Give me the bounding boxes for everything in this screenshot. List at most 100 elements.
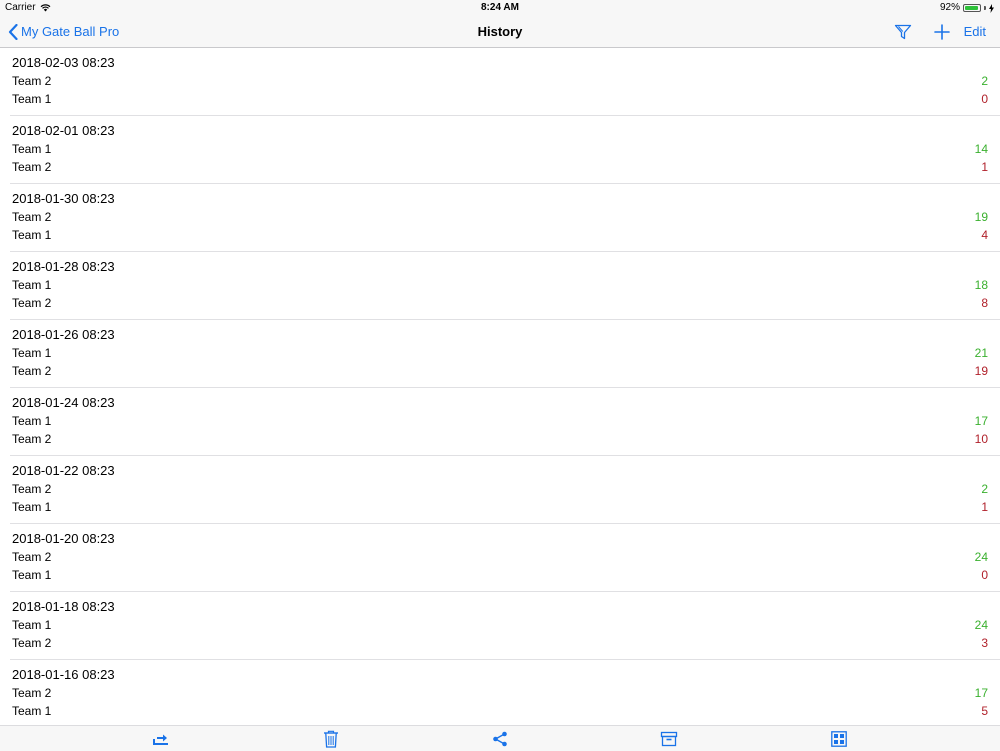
history-row[interactable]: 2018-01-18 08:23 Team 1 24 Team 2 3 bbox=[10, 592, 1000, 660]
grid-icon bbox=[831, 730, 847, 747]
loser-line: Team 1 5 bbox=[12, 702, 988, 720]
match-date: 2018-01-30 08:23 bbox=[12, 191, 115, 206]
loser-line: Team 1 0 bbox=[12, 566, 988, 584]
history-row[interactable]: 2018-01-22 08:23 Team 2 2 Team 1 1 bbox=[10, 456, 1000, 524]
loser-line: Team 2 8 bbox=[12, 294, 988, 312]
history-row[interactable]: 2018-01-28 08:23 Team 1 18 Team 2 8 bbox=[10, 252, 1000, 320]
navigation-bar: My Gate Ball Pro History Edit bbox=[0, 16, 1000, 48]
add-button[interactable] bbox=[930, 23, 954, 40]
plus-icon bbox=[933, 23, 950, 40]
winner-score: 24 bbox=[974, 550, 988, 564]
bottom-toolbar bbox=[0, 725, 1000, 751]
team-name: Team 2 bbox=[12, 364, 52, 378]
clock: 8:24 AM bbox=[481, 2, 519, 13]
match-date: 2018-01-16 08:23 bbox=[12, 667, 115, 682]
nav-actions: Edit bbox=[891, 16, 986, 47]
winner-score: 17 bbox=[974, 414, 988, 428]
loser-line: Team 1 4 bbox=[12, 226, 988, 244]
winner-score: 2 bbox=[981, 482, 988, 496]
loser-score: 1 bbox=[981, 500, 988, 514]
history-row[interactable]: 2018-01-26 08:23 Team 1 21 Team 2 19 bbox=[10, 320, 1000, 388]
winner-line: Team 1 14 bbox=[12, 140, 988, 158]
filter-icon bbox=[894, 24, 911, 39]
loser-score: 8 bbox=[981, 296, 988, 310]
loser-line: Team 2 1 bbox=[12, 158, 988, 176]
match-date: 2018-02-01 08:23 bbox=[12, 123, 115, 138]
team-name: Team 2 bbox=[12, 296, 52, 310]
team-name: Team 1 bbox=[12, 704, 52, 718]
team-name: Team 1 bbox=[12, 228, 52, 242]
history-row[interactable]: 2018-02-01 08:23 Team 1 14 Team 2 1 bbox=[10, 116, 1000, 184]
loser-score: 0 bbox=[981, 568, 988, 582]
archive-icon bbox=[660, 731, 678, 746]
back-button[interactable]: My Gate Ball Pro bbox=[8, 16, 119, 47]
charging-bolt-icon bbox=[989, 3, 994, 13]
winner-line: Team 2 17 bbox=[12, 684, 988, 702]
team-name: Team 1 bbox=[12, 278, 52, 292]
winner-line: Team 2 24 bbox=[12, 548, 988, 566]
edit-button[interactable]: Edit bbox=[964, 24, 986, 39]
delete-button[interactable] bbox=[316, 726, 346, 751]
winner-score: 14 bbox=[974, 142, 988, 156]
loser-score: 4 bbox=[981, 228, 988, 242]
back-button-label: My Gate Ball Pro bbox=[21, 24, 120, 39]
loser-score: 5 bbox=[981, 704, 988, 718]
match-date: 2018-01-26 08:23 bbox=[12, 327, 115, 342]
battery-indicator: 92% bbox=[940, 0, 994, 16]
status-bar: Carrier 8:24 AM 92% bbox=[0, 0, 1000, 16]
team-name: Team 1 bbox=[12, 414, 52, 428]
grid-button[interactable] bbox=[824, 726, 854, 751]
match-date: 2018-01-24 08:23 bbox=[12, 395, 115, 410]
loser-score: 3 bbox=[981, 636, 988, 650]
chevron-left-icon bbox=[8, 23, 18, 40]
export-button[interactable] bbox=[146, 726, 176, 751]
team-name: Team 1 bbox=[12, 500, 52, 514]
loser-score: 10 bbox=[974, 432, 988, 446]
page-title: History bbox=[477, 24, 523, 39]
share-icon bbox=[493, 731, 507, 746]
winner-line: Team 2 19 bbox=[12, 208, 988, 226]
team-name: Team 2 bbox=[12, 210, 52, 224]
match-date: 2018-01-20 08:23 bbox=[12, 531, 115, 546]
winner-score: 21 bbox=[974, 346, 988, 360]
history-row[interactable]: 2018-01-30 08:23 Team 2 19 Team 1 4 bbox=[10, 184, 1000, 252]
loser-line: Team 1 0 bbox=[12, 90, 988, 108]
team-name: Team 2 bbox=[12, 482, 52, 496]
loser-line: Team 2 3 bbox=[12, 634, 988, 652]
team-name: Team 1 bbox=[12, 618, 52, 632]
team-name: Team 2 bbox=[12, 160, 52, 174]
winner-line: Team 2 2 bbox=[12, 480, 988, 498]
match-date: 2018-01-28 08:23 bbox=[12, 259, 115, 274]
export-icon bbox=[153, 734, 168, 745]
winner-line: Team 2 2 bbox=[12, 72, 988, 90]
team-name: Team 1 bbox=[12, 142, 52, 156]
loser-score: 1 bbox=[981, 160, 988, 174]
team-name: Team 2 bbox=[12, 686, 52, 700]
filter-button[interactable] bbox=[891, 23, 915, 41]
winner-line: Team 1 18 bbox=[12, 276, 988, 294]
history-row[interactable]: 2018-02-03 08:23 Team 2 2 Team 1 0 bbox=[10, 48, 1000, 116]
team-name: Team 1 bbox=[12, 346, 52, 360]
history-list[interactable]: 2018-02-03 08:23 Team 2 2 Team 1 0 2018-02-01… bbox=[0, 48, 1000, 724]
team-name: Team 2 bbox=[12, 74, 52, 88]
history-row[interactable]: 2018-01-20 08:23 Team 2 24 Team 1 0 bbox=[10, 524, 1000, 592]
team-name: Team 1 bbox=[12, 92, 52, 106]
winner-line: Team 1 24 bbox=[12, 616, 988, 634]
history-row[interactable]: 2018-01-16 08:23 Team 2 17 Team 1 5 bbox=[10, 660, 1000, 724]
winner-score: 17 bbox=[974, 686, 988, 700]
loser-score: 0 bbox=[981, 92, 988, 106]
team-name: Team 1 bbox=[12, 568, 52, 582]
loser-line: Team 2 19 bbox=[12, 362, 988, 380]
match-date: 2018-01-22 08:23 bbox=[12, 463, 115, 478]
share-button[interactable] bbox=[485, 726, 515, 751]
history-row[interactable]: 2018-01-24 08:23 Team 1 17 Team 2 10 bbox=[10, 388, 1000, 456]
loser-score: 19 bbox=[974, 364, 988, 378]
archive-button[interactable] bbox=[654, 726, 684, 751]
match-date: 2018-02-03 08:23 bbox=[12, 55, 115, 70]
winner-score: 19 bbox=[974, 210, 988, 224]
team-name: Team 2 bbox=[12, 432, 52, 446]
match-date: 2018-01-18 08:23 bbox=[12, 599, 115, 614]
winner-score: 2 bbox=[981, 74, 988, 88]
team-name: Team 2 bbox=[12, 636, 52, 650]
loser-line: Team 1 1 bbox=[12, 498, 988, 516]
